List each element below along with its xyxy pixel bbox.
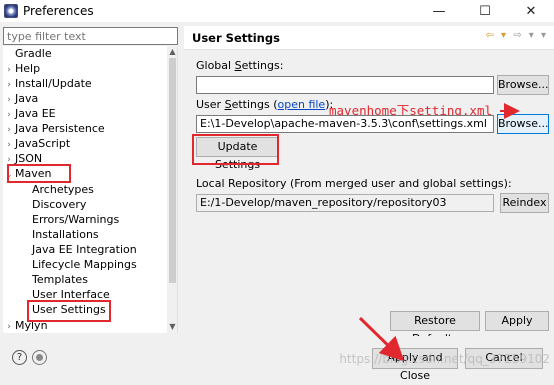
history-navigation[interactable]: ⇦ ▾ ⇨ ▾ ▾	[485, 30, 548, 41]
watermark-text: https://blog.csdn.net/qq_37259102	[339, 352, 550, 366]
tree-item-label: Installations	[32, 228, 99, 241]
tree-item-label: Lifecycle Mappings	[32, 258, 137, 271]
tree-item-label: Archetypes	[32, 183, 94, 196]
tree-item-label: Discovery	[32, 198, 87, 211]
scroll-up-icon[interactable]: ▲	[167, 46, 177, 58]
tree-item-java-ee-integration[interactable]: Java EE Integration	[20, 242, 137, 257]
maven-highlight-box	[7, 164, 71, 183]
tree-item-installations[interactable]: Installations	[20, 227, 99, 242]
close-button[interactable]: ✕	[508, 0, 554, 22]
tree-item-label: Install/Update	[15, 77, 92, 90]
preference-tree: Gradle › Help › Install/Update › Java › Java…	[3, 46, 178, 333]
apply-button[interactable]: Apply	[485, 311, 549, 331]
tree-item-errors-warnings[interactable]: Errors/Warnings	[20, 212, 119, 227]
back-arrow-icon[interactable]: ⇦ ▾	[485, 30, 508, 41]
record-icon[interactable]	[32, 350, 47, 365]
tree-item-label: JavaScript	[15, 137, 71, 150]
maximize-button[interactable]: ☐	[462, 0, 508, 22]
forward-arrow-icon[interactable]: ⇨ ▾ ▾	[513, 30, 548, 41]
tree-item-label: Java EE Integration	[32, 243, 137, 256]
update-settings-highlight-box	[192, 134, 279, 165]
filter-input[interactable]	[3, 27, 178, 45]
tree-item-label: Help	[15, 62, 41, 75]
tree-item-java-ee[interactable]: › Java EE	[3, 106, 56, 121]
tree-item-label: Java EE	[15, 107, 56, 120]
scroll-thumb[interactable]	[169, 58, 176, 283]
user-settings-page: User Settings ⇦ ▾ ⇨ ▾ ▾ Global Settings:…	[184, 22, 554, 345]
tree-item-templates[interactable]: Templates	[20, 272, 88, 287]
browse-user-button[interactable]: Browse...	[497, 114, 549, 134]
tree-item-label: Java Persistence	[15, 122, 105, 135]
user-settings-highlight-box	[27, 300, 111, 322]
eclipse-app-icon	[4, 4, 18, 18]
tree-scrollbar[interactable]: ▲ ▼	[167, 46, 177, 333]
scroll-down-icon[interactable]: ▼	[167, 321, 177, 333]
window-title: Preferences	[23, 4, 94, 18]
reindex-button[interactable]: Reindex	[500, 193, 549, 213]
local-repository-label: Local Repository (From merged user and g…	[196, 177, 512, 190]
global-settings-field[interactable]	[196, 76, 494, 94]
tree-item-label: Gradle	[15, 47, 52, 60]
help-icon[interactable]: ?	[12, 350, 27, 365]
tree-item-gradle[interactable]: Gradle	[3, 46, 52, 61]
page-header: User Settings ⇦ ▾ ⇨ ▾ ▾	[184, 26, 554, 50]
minimize-button[interactable]: —	[416, 0, 462, 22]
expand-icon[interactable]: ›	[3, 320, 15, 333]
tree-item-lifecycle-mappings[interactable]: Lifecycle Mappings	[20, 257, 137, 272]
tree-item-archetypes[interactable]: Archetypes	[20, 182, 94, 197]
page-title: User Settings	[192, 31, 280, 45]
user-settings-field[interactable]: E:\1-Develop\apache-maven-3.5.3\conf\set…	[196, 115, 494, 133]
tree-item-install-update[interactable]: › Install/Update	[3, 76, 92, 91]
tree-item-javascript[interactable]: › JavaScript	[3, 136, 70, 151]
tree-item-discovery[interactable]: Discovery	[20, 197, 86, 212]
tree-item-label: Templates	[32, 273, 88, 286]
local-repository-field: E:/1-Develop/maven_repository/repository…	[196, 194, 494, 212]
tree-item-label: Errors/Warnings	[32, 213, 120, 226]
tree-item-label: Java	[15, 92, 39, 105]
user-settings-label: User Settings (open file):	[196, 98, 334, 111]
restore-defaults-button[interactable]: Restore Defaults	[390, 311, 480, 345]
global-settings-label: Global Settings:	[196, 59, 284, 72]
title-bar: Preferences — ☐ ✕	[0, 0, 554, 22]
tree-item-java-persistence[interactable]: › Java Persistence	[3, 121, 105, 136]
browse-global-button[interactable]: Browse...	[497, 75, 549, 95]
tree-item-java[interactable]: › Java	[3, 91, 38, 106]
open-file-link[interactable]: open file	[278, 98, 326, 111]
tree-item-help[interactable]: › Help	[3, 61, 40, 76]
